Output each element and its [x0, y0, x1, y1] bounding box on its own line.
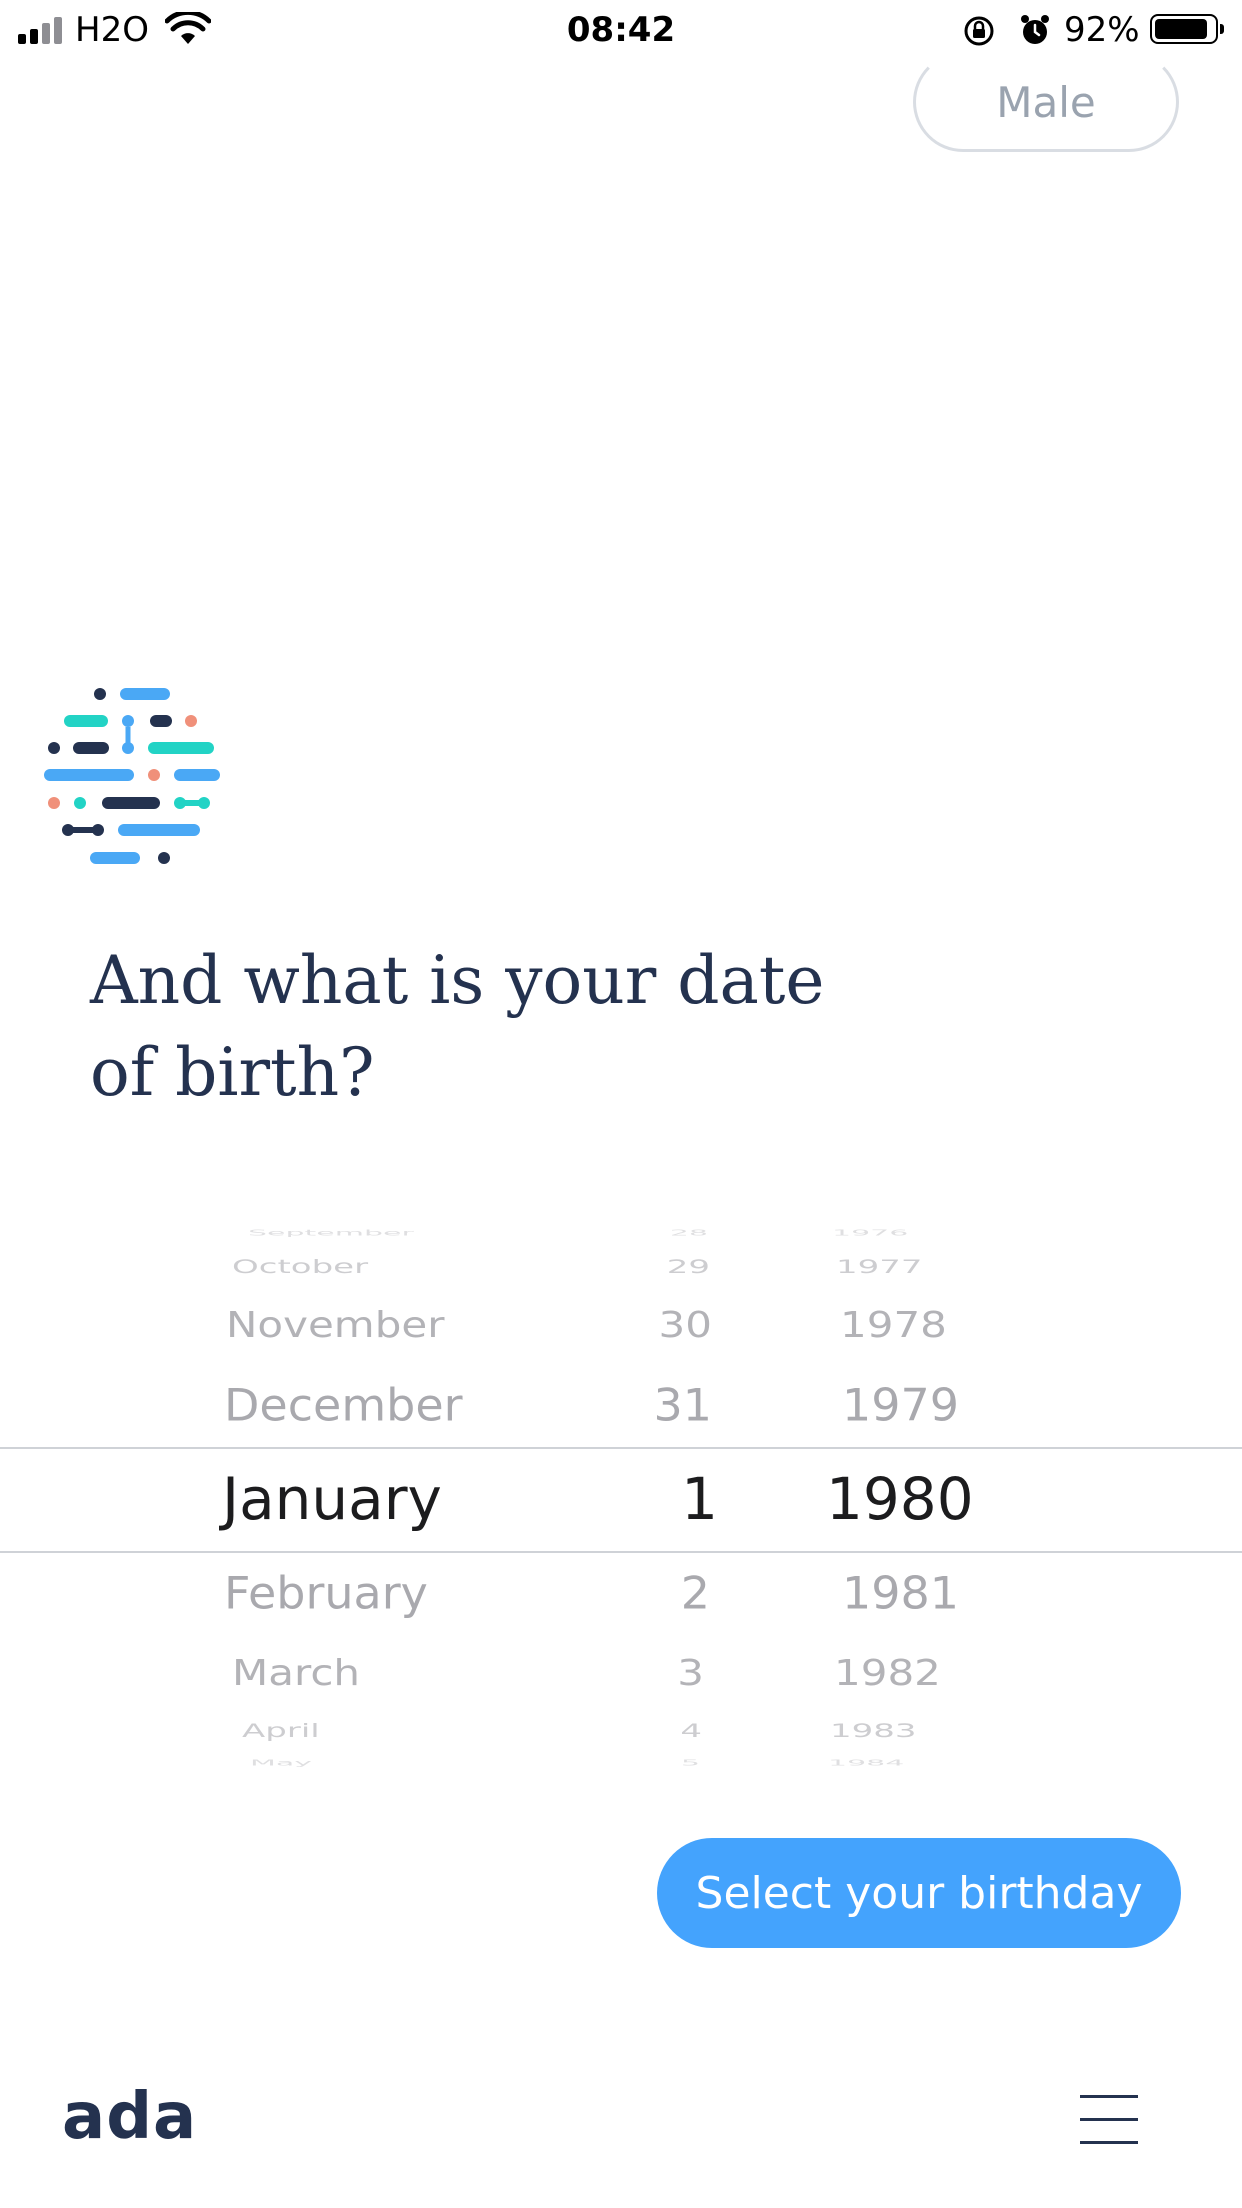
picker-day-option[interactable]: 28: [670, 1229, 708, 1237]
picker-month-option[interactable]: April: [242, 1722, 320, 1741]
hamburger-menu-icon[interactable]: [1080, 2095, 1140, 2145]
picker-year-option[interactable]: 1983: [830, 1722, 917, 1741]
picker-month-option[interactable]: February: [224, 1571, 428, 1615]
picker-year-option[interactable]: 1984: [828, 1759, 904, 1767]
select-birthday-button[interactable]: Select your birthday: [657, 1838, 1181, 1948]
picker-day-option[interactable]: 29: [667, 1258, 710, 1277]
battery-percent: 92%: [1064, 10, 1140, 50]
picker-year-option[interactable]: 1976: [832, 1229, 908, 1237]
picker-year-option[interactable]: 1978: [840, 1307, 947, 1343]
picker-day-option[interactable]: 2: [681, 1571, 710, 1615]
question-line-2: of birth?: [90, 1034, 375, 1111]
picker-year-option[interactable]: 1980: [826, 1470, 974, 1528]
picker-day-option[interactable]: 30: [659, 1307, 712, 1343]
alarm-icon: [1021, 15, 1049, 44]
picker-day-option[interactable]: 3: [677, 1655, 704, 1691]
picker-day-option[interactable]: 5: [681, 1759, 700, 1767]
orientation-lock-icon: [964, 16, 994, 46]
picker-selection-line-top: [0, 1447, 1242, 1449]
question-text: And what is your date of birth?: [90, 935, 850, 1119]
ada-logo-mark-icon: [44, 688, 220, 864]
clock-time: 08:42: [566, 10, 676, 50]
picker-month-option[interactable]: September: [248, 1229, 414, 1237]
ada-brand-logo: ada: [62, 2080, 198, 2154]
picker-month-option[interactable]: May: [250, 1759, 312, 1767]
picker-month-option[interactable]: December: [224, 1383, 463, 1427]
picker-year-option[interactable]: 1982: [834, 1655, 941, 1691]
picker-month-option[interactable]: October: [232, 1258, 368, 1277]
date-picker-wheel[interactable]: September 28 1976 October 29 1977 November 30 19…: [0, 1225, 1242, 1770]
picker-month-option[interactable]: March: [232, 1655, 360, 1691]
picker-day-option[interactable]: 4: [680, 1722, 702, 1741]
picker-month-option[interactable]: November: [226, 1307, 445, 1343]
previous-answer-bubble: Male: [913, 52, 1179, 152]
picker-selection-line-bottom: [0, 1551, 1242, 1553]
picker-month-option[interactable]: January: [222, 1470, 442, 1528]
picker-day-option[interactable]: 31: [653, 1383, 712, 1427]
picker-year-option[interactable]: 1979: [842, 1383, 959, 1427]
picker-year-option[interactable]: 1981: [842, 1571, 959, 1615]
battery-icon: [1150, 14, 1224, 44]
picker-year-option[interactable]: 1977: [836, 1258, 923, 1277]
picker-day-option[interactable]: 1: [681, 1470, 718, 1528]
question-line-1: And what is your date: [90, 942, 825, 1019]
